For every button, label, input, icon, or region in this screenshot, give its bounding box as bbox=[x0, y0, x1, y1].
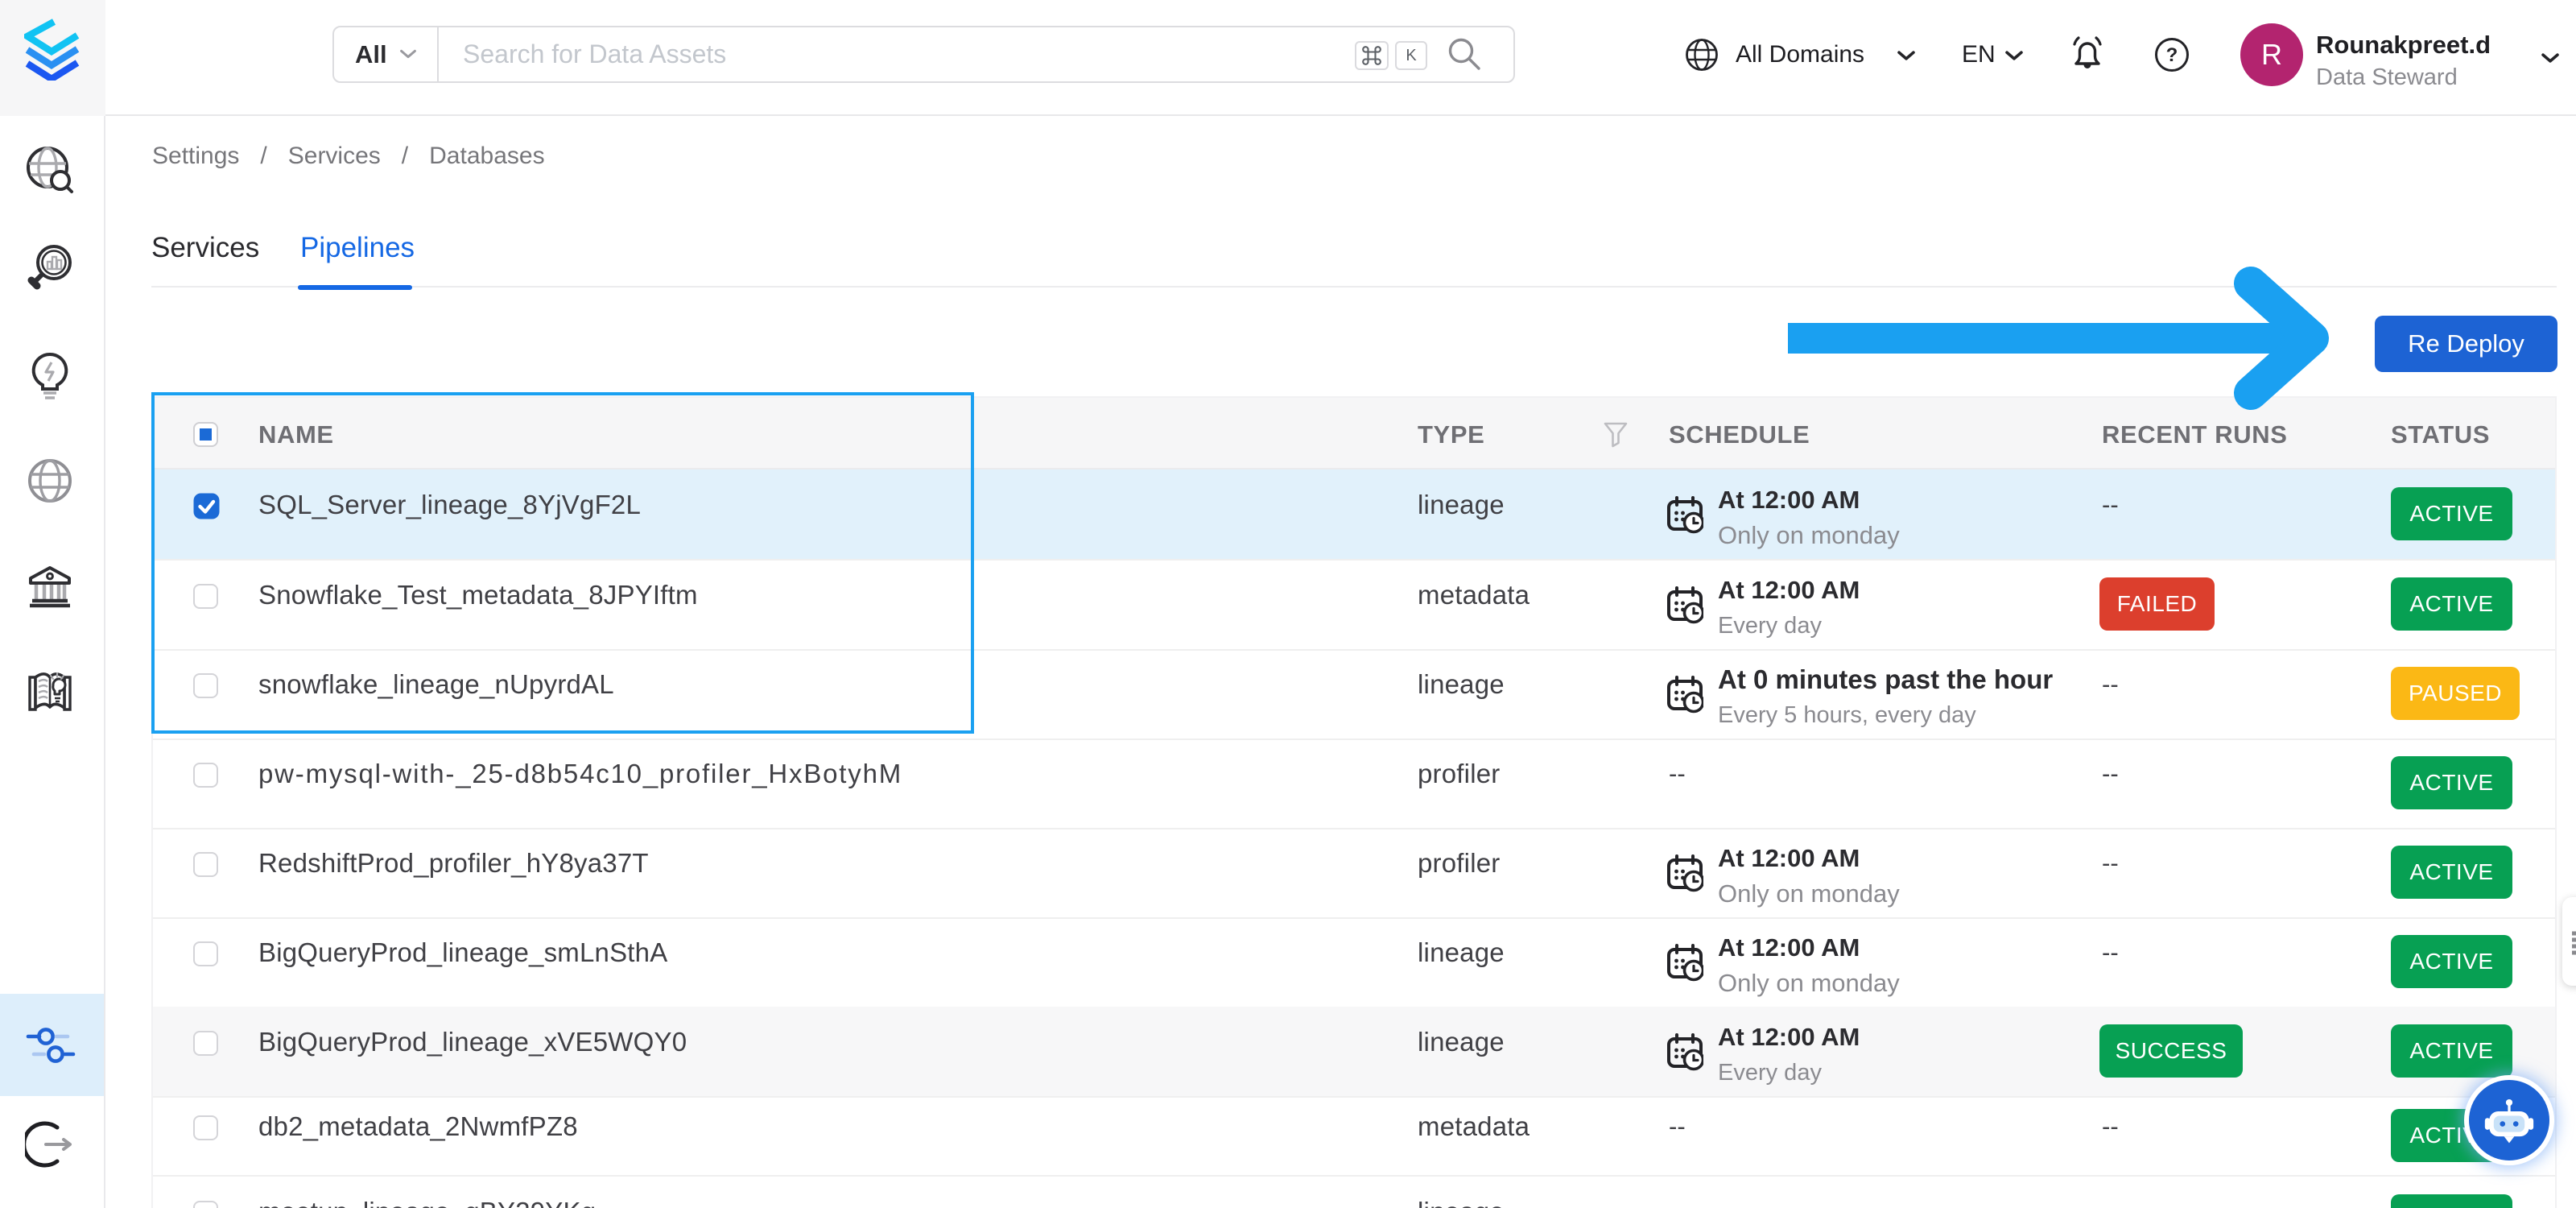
svg-text:?: ? bbox=[2166, 44, 2178, 66]
